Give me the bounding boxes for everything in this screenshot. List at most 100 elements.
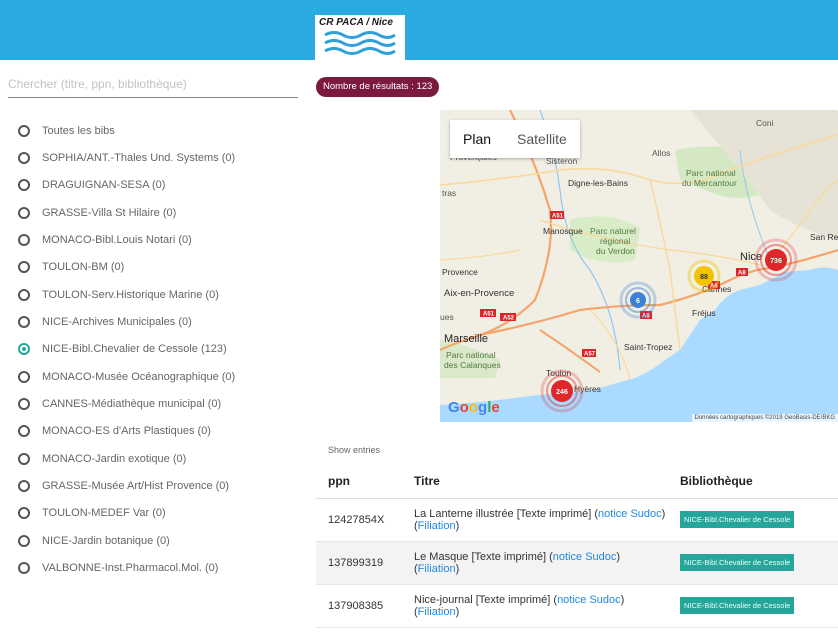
map-label-manosque: Manosque	[543, 226, 583, 236]
library-badge[interactable]: NICE-Bibl.Chevalier de Cessole	[680, 597, 795, 614]
map-credit: Données cartographiques ©2019 GeoBasis-D…	[691, 414, 838, 422]
map-label-tras: tras	[442, 188, 456, 198]
road-a57: A57	[584, 352, 596, 358]
logo[interactable]: CR PACA / Nice	[315, 15, 405, 60]
radio-unchecked-icon[interactable]	[18, 452, 30, 465]
notice-sudoc-link[interactable]: notice Sudoc	[553, 551, 617, 563]
radio-unchecked-icon[interactable]	[18, 261, 30, 274]
cluster-marker-6[interactable]: 6	[619, 281, 657, 319]
road-a8-a: A8	[738, 271, 746, 277]
library-filter-item[interactable]: TOULON-BM (0)	[18, 255, 308, 280]
map-label-mercantour-1: Parc national	[686, 168, 736, 178]
title-text: La Lanterne illustrée [Texte imprimé]	[414, 507, 592, 520]
library-filter-item[interactable]: MONACO-Musée Océanographique (0)	[18, 364, 308, 389]
radio-unchecked-icon[interactable]	[18, 534, 30, 547]
title-text: Nice-journal [Texte imprimé]	[414, 593, 551, 606]
notice-sudoc-link[interactable]: notice Sudoc	[598, 508, 662, 520]
road-a52: A52	[503, 316, 515, 322]
library-filter-list: Toutes les bibs SOPHIA/ANT.-Thales Und. S…	[18, 118, 308, 583]
map-label-verdon-2: régional	[600, 236, 630, 246]
library-badge[interactable]: NICE-Bibl.Chevalier de Cessole	[680, 554, 795, 571]
radio-unchecked-icon[interactable]	[18, 370, 30, 383]
library-filter-item[interactable]: GRASSE-Villa St Hilaire (0)	[18, 200, 308, 225]
map-label-marseille: Marseille	[444, 333, 488, 345]
radio-unchecked-icon[interactable]	[18, 397, 30, 410]
map-label-sttropez: Saint-Tropez	[624, 342, 672, 352]
library-filter-item[interactable]: MONACO-ES d'Arts Plastiques (0)	[18, 419, 308, 444]
filiation-link[interactable]: Filiation	[418, 606, 456, 618]
library-filter-item[interactable]: MONACO-Jardin exotique (0)	[18, 446, 308, 471]
radio-unchecked-icon[interactable]	[18, 206, 30, 219]
logo-text: CR PACA / Nice	[319, 17, 393, 28]
table-row: 12427854X La Lanterne illustrée [Texte im…	[316, 498, 838, 542]
library-badge[interactable]: NICE-Bibl.Chevalier de Cessole	[680, 511, 795, 528]
cluster-marker-246[interactable]: 246	[540, 369, 584, 413]
library-filter-item[interactable]: Toutes les bibs	[18, 118, 308, 143]
radio-unchecked-icon[interactable]	[18, 151, 30, 164]
library-filter-label: NICE-Archives Municipales (0)	[42, 315, 192, 328]
column-header-bibliotheque[interactable]: Bibliothèque	[668, 465, 838, 499]
library-filter-item[interactable]: NICE-Bibl.Chevalier de Cessole (123)	[18, 337, 308, 362]
library-filter-label: NICE-Bibl.Chevalier de Cessole (123)	[42, 343, 227, 356]
title-cell: La Lanterne illustrée [Texte imprimé] (n…	[402, 498, 668, 542]
cluster-marker-736[interactable]: 736	[754, 238, 798, 282]
radio-unchecked-icon[interactable]	[18, 179, 30, 192]
radio-unchecked-icon[interactable]	[18, 288, 30, 301]
radio-unchecked-icon[interactable]	[18, 124, 30, 137]
map-label-frejus: Fréjus	[692, 308, 716, 318]
radio-unchecked-icon[interactable]	[18, 425, 30, 438]
library-filter-label: Toutes les bibs	[42, 124, 115, 137]
library-filter-item[interactable]: MONACO-Bibl.Louis Notari (0)	[18, 227, 308, 252]
title-text: Le Masque [Texte imprimé]	[414, 550, 547, 563]
top-bar: CR PACA / Nice	[0, 0, 838, 60]
library-filter-label: DRAGUIGNAN-SESA (0)	[42, 179, 166, 192]
library-filter-label: CANNES-Médiathèque municipal (0)	[42, 397, 222, 410]
library-filter-item[interactable]: DRAGUIGNAN-SESA (0)	[18, 173, 308, 198]
column-header-ppn[interactable]: ppn	[316, 465, 402, 499]
library-filter-item[interactable]: NICE-Jardin botanique (0)	[18, 528, 308, 553]
library-filter-item[interactable]: NICE-Archives Municipales (0)	[18, 309, 308, 334]
google-logo[interactable]: Google	[448, 399, 500, 416]
radio-unchecked-icon[interactable]	[18, 233, 30, 246]
library-filter-item[interactable]: VALBONNE-Inst.Pharmacol.Mol. (0)	[18, 556, 308, 581]
title-cell: Le Masque [Texte imprimé] (notice Sudoc)…	[402, 541, 668, 585]
cluster-count-246: 246	[556, 389, 568, 396]
map-tab-satellite[interactable]: Satellite	[504, 120, 580, 158]
map-tab-plan[interactable]: Plan	[450, 120, 504, 158]
road-a51-b: A51	[483, 312, 495, 318]
map-label-provence: Provence	[442, 267, 478, 277]
radio-checked-icon[interactable]	[18, 343, 30, 356]
map-label-allos: Allos	[652, 148, 670, 158]
library-cell: NICE-Bibl.Chevalier de Cessole	[668, 584, 838, 628]
results-count-badge: Nombre de résultats : 123	[316, 77, 440, 97]
library-filter-item[interactable]: CANNES-Médiathèque municipal (0)	[18, 391, 308, 416]
filiation-link[interactable]: Filiation	[418, 520, 456, 532]
library-filter-item[interactable]: TOULON-MEDEF Var (0)	[18, 501, 308, 526]
table-row: 137908385 Nice-journal [Texte imprimé] (n…	[316, 584, 838, 628]
library-filter-label: GRASSE-Musée Art/Hist Provence (0)	[42, 479, 230, 492]
map-type-tabs: Plan Satellite	[450, 120, 580, 158]
library-filter-item[interactable]: GRASSE-Musée Art/Hist Provence (0)	[18, 473, 308, 498]
filiation-link[interactable]: Filiation	[418, 563, 456, 575]
map-label-coni: Coni	[756, 118, 774, 128]
map-label-verdon-1: Parc naturel	[590, 226, 636, 236]
radio-unchecked-icon[interactable]	[18, 507, 30, 520]
library-filter-label: MONACO-Jardin exotique (0)	[42, 452, 187, 465]
road-a51-a: A51	[552, 214, 564, 220]
map-label-verdon-3: du Verdon	[596, 246, 635, 256]
map[interactable]: Coni Provençales Sisteron Allos Digne-le…	[440, 110, 838, 422]
radio-unchecked-icon[interactable]	[18, 562, 30, 574]
library-filter-label: TOULON-Serv.Historique Marine (0)	[42, 288, 219, 301]
cluster-count-736: 736	[770, 258, 782, 265]
radio-unchecked-icon[interactable]	[18, 315, 30, 328]
library-filter-label: TOULON-MEDEF Var (0)	[42, 507, 166, 520]
library-filter-label: MONACO-ES d'Arts Plastiques (0)	[42, 425, 211, 438]
library-filter-item[interactable]: SOPHIA/ANT.-Thales Und. Systems (0)	[18, 145, 308, 170]
search-input[interactable]	[8, 70, 298, 98]
library-filter-label: MONACO-Musée Océanographique (0)	[42, 370, 236, 383]
radio-unchecked-icon[interactable]	[18, 479, 30, 492]
notice-sudoc-link[interactable]: notice Sudoc	[557, 594, 621, 606]
ppn-cell: 137899319	[316, 541, 402, 585]
column-header-titre[interactable]: Titre	[402, 465, 668, 499]
library-filter-item[interactable]: TOULON-Serv.Historique Marine (0)	[18, 282, 308, 307]
